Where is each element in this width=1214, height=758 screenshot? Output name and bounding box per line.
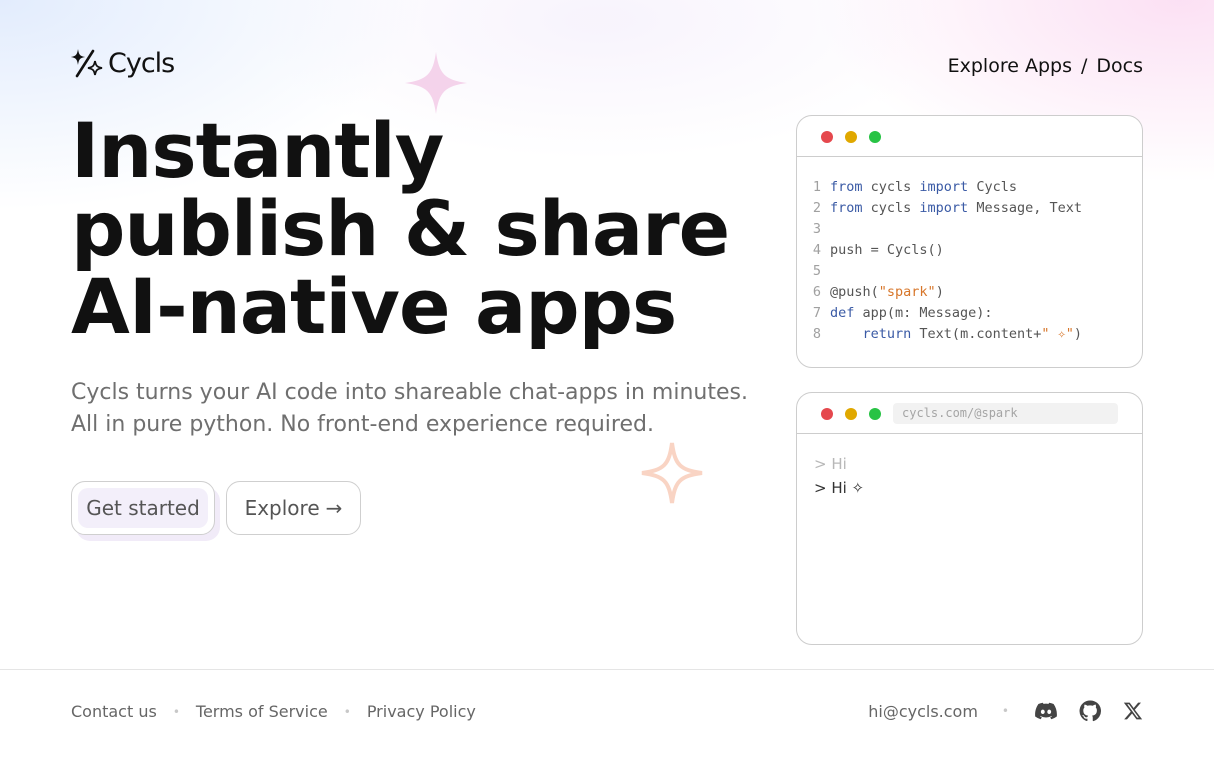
footer-links: Contact us • Terms of Service • Privacy … [71,702,476,721]
line-number: 4 [812,242,821,258]
line-number: 8 [812,326,821,342]
code-line: 3 [797,219,1142,240]
code-text: @push( [830,284,879,300]
code-text: app(m: Message): [854,305,993,321]
code-text: cycls [862,179,920,195]
nav-docs-link[interactable]: Docs [1096,55,1143,77]
code-text: push = Cycls() [830,242,944,258]
nav-separator: / [1080,55,1088,77]
line-number: 2 [812,200,821,216]
code-text: cycls [862,200,920,216]
footer-divider [0,669,1214,670]
sparkle-slash-logo-icon [71,49,103,78]
minimize-dot-icon [845,131,857,143]
code-text: Message, Text [968,200,1082,216]
hero-subtitle-line: All in pure python. No front-end experie… [71,412,654,437]
privacy-policy-link[interactable]: Privacy Policy [367,702,476,721]
code-keyword: import [919,179,969,195]
github-icon[interactable] [1079,700,1101,722]
code-text: Cycls [968,179,1017,195]
code-text: ) [935,284,944,300]
code-content: @push("spark") [830,282,944,303]
code-content: from cycls import Message, Text [830,198,1082,219]
code-line: 7 def app(m: Message): [797,303,1142,324]
code-content: def app(m: Message): [830,303,993,324]
contact-us-link[interactable]: Contact us [71,702,157,721]
brand-name: Cycls [108,48,175,79]
hero-subtitle-line: Cycls turns your AI code into shareable … [71,380,748,405]
code-line: 1 from cycls import Cycls [797,177,1142,198]
code-window-titlebar [797,116,1142,157]
arrow-right-icon: → [325,496,343,520]
hero-subtitle: Cycls turns your AI code into shareable … [71,377,751,441]
minimize-dot-icon [845,408,857,420]
footer-bullet: • [1001,704,1009,718]
hero-headline-line: publish & share [71,184,730,273]
code-content: return Text(m.content+" ✧") [830,324,1082,345]
code-window: 1 from cycls import Cycls 2 from cycls impo… [796,115,1143,368]
chat-message-reply: > Hi ✧ [814,479,865,497]
code-text: ) [1073,326,1082,342]
code-line: 2 from cycls import Message, Text [797,198,1142,219]
code-keyword: return [862,326,912,342]
email-link[interactable]: hi@cycls.com [868,702,978,721]
code-text: Text(m.content+ [911,326,1042,342]
footer-bullet: • [343,704,351,719]
nav-explore-apps-link[interactable]: Explore Apps [948,55,1072,77]
footer-bullet: • [172,704,180,719]
code-keyword: def [830,305,855,321]
maximize-dot-icon [869,408,881,420]
url-bar: cycls.com/@spark [893,403,1118,424]
chat-message-user: > Hi [814,455,847,473]
code-content: from cycls import Cycls [830,177,1017,198]
code-string: "spark" [878,284,936,300]
explore-button[interactable]: Explore → [226,481,361,535]
top-nav: Explore Apps / Docs [948,55,1143,77]
get-started-button[interactable]: Get started [71,481,215,535]
discord-icon[interactable] [1035,700,1057,722]
close-dot-icon [821,131,833,143]
brand-logo[interactable]: Cycls [71,47,175,79]
footer-contact: hi@cycls.com • [868,700,1143,722]
code-line: 4 push = Cycls() [797,240,1142,261]
code-line: 5 [797,261,1142,282]
chat-messages: > Hi > Hi ✧ [797,434,1142,500]
orange-sparkle-icon [641,442,703,504]
line-number: 3 [812,221,821,237]
hero-headline-line: Instantly [71,106,444,195]
code-keyword: from [830,179,863,195]
hero-headline: Instantly publish & share AI-native apps [71,106,730,351]
chat-window-titlebar: cycls.com/@spark [797,393,1142,434]
get-started-label: Get started [78,488,208,528]
line-number: 7 [812,305,821,321]
terms-of-service-link[interactable]: Terms of Service [196,702,328,721]
code-block: 1 from cycls import Cycls 2 from cycls impo… [797,157,1142,345]
explore-label: Explore [244,496,320,520]
code-keyword: from [830,200,863,216]
line-number: 5 [812,263,821,279]
x-icon[interactable] [1123,701,1143,721]
chat-preview-window: cycls.com/@spark > Hi > Hi ✧ [796,392,1143,645]
maximize-dot-icon [869,131,881,143]
code-string: " ✧" [1041,326,1074,342]
code-keyword: import [919,200,969,216]
pink-sparkle-icon [405,52,467,114]
code-line: 6 @push("spark") [797,282,1142,303]
close-dot-icon [821,408,833,420]
line-number: 6 [812,284,821,300]
line-number: 1 [812,179,821,195]
code-line: 8 return Text(m.content+" ✧") [797,324,1142,345]
code-content: push = Cycls() [830,240,944,261]
hero-headline-line: AI-native apps [71,262,677,351]
